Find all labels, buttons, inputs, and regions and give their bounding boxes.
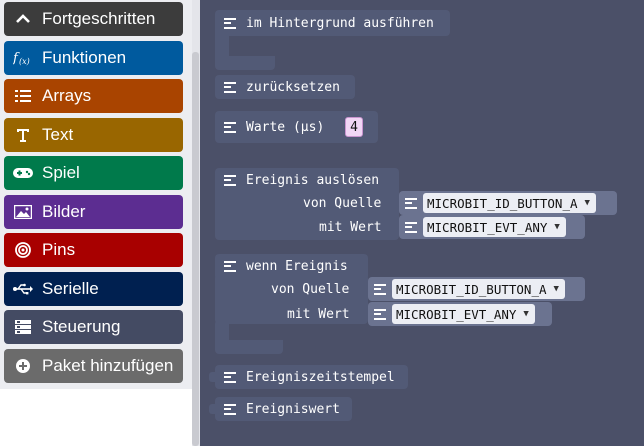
on-event-source-label: von Quelle — [271, 281, 350, 297]
raise-event-source-dropdown[interactable]: MICROBIT_ID_BUTTON_A ▼ — [399, 191, 617, 215]
block-icon — [224, 121, 236, 133]
category-label: Funktionen — [42, 48, 127, 67]
raise-event-title: Ereignis auslösen — [246, 172, 380, 188]
raise-event-source-label: von Quelle — [303, 195, 382, 211]
chevron-down-icon: ▼ — [584, 198, 590, 208]
add-icon — [8, 358, 38, 374]
chevron-down-icon: ▼ — [523, 309, 529, 319]
on-event-value-dropdown[interactable]: MICROBIT_EVT_ANY ▼ — [368, 302, 552, 326]
category-label: Arrays — [42, 86, 92, 105]
category-label: Steuerung — [42, 317, 121, 336]
block-icon — [374, 308, 386, 320]
raise-event-block[interactable]: Ereignis auslösen von Quelle MICROBIT_ID… — [215, 168, 620, 240]
category-steuerung[interactable]: Steuerung — [4, 310, 183, 344]
on-event-block[interactable]: wenn Ereignis von Quelle MICROBIT_ID_BUT… — [215, 254, 585, 356]
category-pins[interactable]: Pins — [4, 233, 183, 267]
category-label: Text — [42, 125, 74, 144]
block-icon — [224, 403, 236, 415]
image-icon — [8, 205, 38, 219]
event-timestamp-block[interactable]: Ereigniszeitstempel — [209, 365, 408, 389]
category-label: Pins — [42, 240, 76, 259]
reset-label: zurücksetzen — [246, 79, 340, 95]
chevron-down-icon: ▼ — [553, 284, 559, 294]
block-icon — [224, 174, 236, 186]
raise-event-source-value: MICROBIT_ID_BUTTON_A — [427, 195, 578, 211]
category-label: Fortgeschritten — [42, 9, 156, 28]
list-icon — [8, 89, 38, 103]
category-spiel[interactable]: Spiel — [4, 156, 183, 190]
block-icon — [374, 283, 386, 295]
chevron-up-icon — [8, 14, 38, 24]
category-fortgeschritten[interactable]: Fortgeschritten — [4, 2, 183, 36]
run-in-background-block[interactable]: im Hintergrund ausführen — [215, 10, 450, 70]
raise-event-value-dropdown[interactable]: MICROBIT_EVT_ANY ▼ — [399, 215, 585, 239]
category-text[interactable]: Text — [4, 118, 183, 152]
chevron-down-icon: ▼ — [554, 222, 560, 232]
category-bilder[interactable]: Bilder — [4, 195, 183, 229]
gamepad-icon — [8, 167, 38, 179]
category-paket-hinzufuegen[interactable]: Paket hinzufügen — [4, 349, 183, 383]
block-flyout: im Hintergrund ausführen zurücksetzen Wa… — [200, 0, 644, 446]
raise-event-value-label: mit Wert — [319, 219, 382, 235]
block-icon — [405, 221, 417, 233]
on-event-source-value: MICROBIT_ID_BUTTON_A — [396, 281, 547, 297]
wait-label: Warte (µs) — [246, 119, 325, 135]
block-icon — [224, 81, 236, 93]
event-value-block[interactable]: Ereigniswert — [209, 397, 352, 421]
wait-block[interactable]: Warte (µs) 4 — [215, 111, 378, 143]
category-funktionen[interactable]: f (x) Funktionen — [4, 41, 183, 75]
on-event-source-dropdown[interactable]: MICROBIT_ID_BUTTON_A ▼ — [368, 277, 585, 301]
category-label: Bilder — [42, 202, 86, 221]
on-event-value-label: mit Wert — [287, 306, 350, 322]
event-value-label: Ereigniswert — [246, 401, 340, 417]
toolbox-scrollbar[interactable] — [192, 52, 199, 446]
wait-value-input[interactable]: 4 — [345, 117, 363, 137]
block-icon — [224, 260, 236, 272]
block-icon — [405, 197, 417, 209]
block-icon — [224, 17, 236, 29]
category-serielle[interactable]: Serielle — [4, 272, 183, 306]
category-label: Spiel — [42, 163, 80, 182]
toolbox: Fortgeschritten f (x) Funktionen Arrays T… — [0, 0, 192, 389]
svg-text:(x): (x) — [19, 57, 30, 66]
pins-icon — [8, 242, 38, 258]
on-event-value-value: MICROBIT_EVT_ANY — [396, 306, 517, 322]
raise-event-value-value: MICROBIT_EVT_ANY — [427, 219, 548, 235]
block-icon — [224, 371, 236, 383]
text-icon — [8, 127, 38, 143]
category-arrays[interactable]: Arrays — [4, 79, 183, 113]
reset-block[interactable]: zurücksetzen — [215, 75, 355, 99]
control-icon — [8, 320, 38, 334]
run-in-background-label: im Hintergrund ausführen — [246, 15, 434, 31]
event-timestamp-label: Ereigniszeitstempel — [246, 369, 395, 385]
category-label: Paket hinzufügen — [42, 356, 174, 375]
on-event-title: wenn Ereignis — [246, 258, 348, 274]
category-label: Serielle — [42, 279, 99, 298]
function-icon: f (x) — [8, 50, 38, 66]
usb-icon — [8, 283, 38, 295]
